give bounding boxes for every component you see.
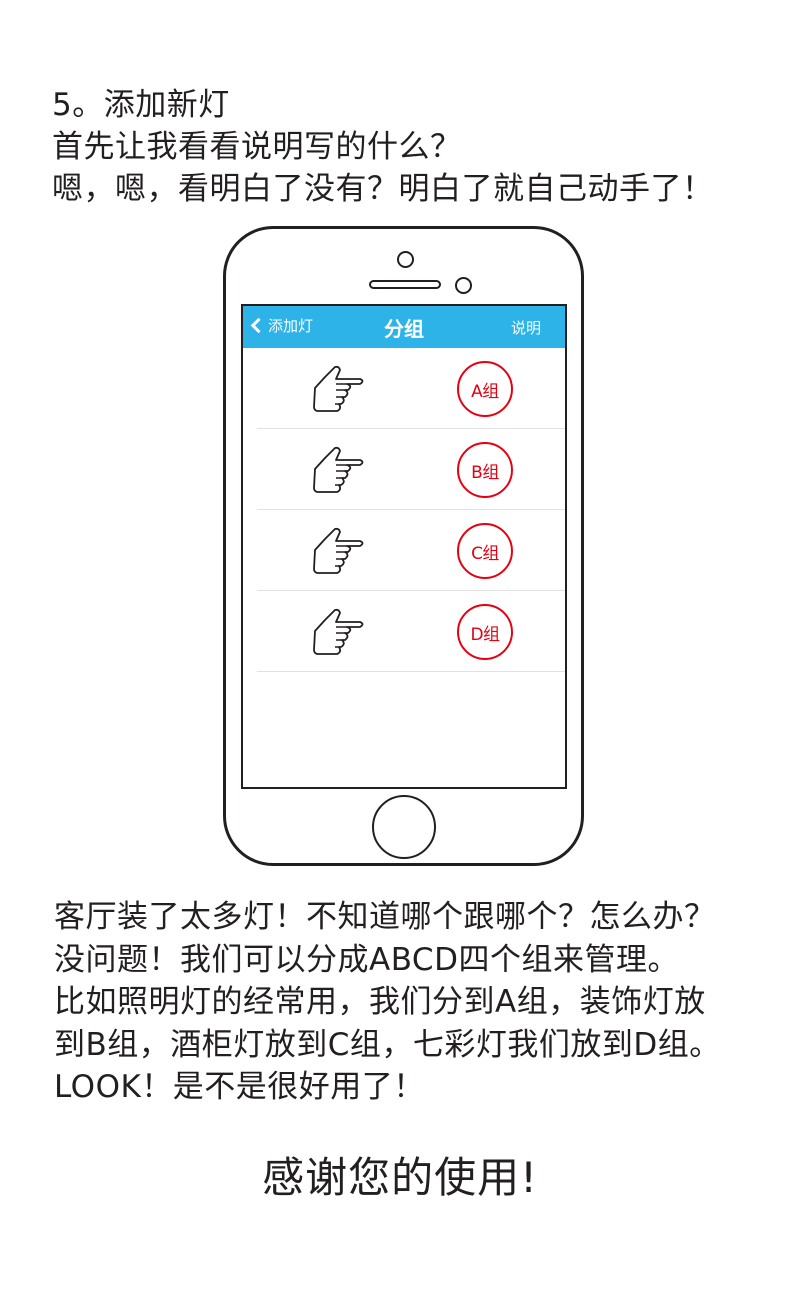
intro-line-3: 嗯，嗯，看明白了没有？明白了就自己动手了！ — [52, 171, 714, 207]
intro-line-2: 首先让我看看说明写的什么？ — [52, 129, 462, 165]
phone-illustration: 添加灯 分组 说明 A组 B组 C组 D组 — [223, 226, 584, 866]
group-badge[interactable]: B组 — [457, 442, 513, 498]
pointing-hand-icon — [313, 608, 364, 655]
intro-line-1: 5。添加新灯 — [52, 87, 230, 123]
intro-text: 5。添加新灯 首先让我看看说明写的什么？ 嗯，嗯，看明白了没有？明白了就自己动手… — [52, 84, 782, 210]
front-sensor-icon — [397, 251, 414, 268]
front-camera-icon — [455, 277, 472, 294]
group-list: A组 B组 C组 D组 — [243, 348, 565, 672]
help-button[interactable]: 说明 — [511, 317, 541, 338]
outro-line-5: LOOK！是不是很好用了！ — [54, 1069, 425, 1105]
phone-screen: 添加灯 分组 说明 A组 B组 C组 D组 — [241, 304, 567, 789]
thank-you-heading: 感谢您的使用! — [262, 1153, 538, 1202]
group-row-d[interactable]: D组 — [257, 591, 565, 672]
outro-line-4: 到B组，酒柜灯放到C组，七彩灯我们放到D组。 — [54, 1026, 721, 1063]
outro-text: 客厅装了太多灯！不知道哪个跟哪个？怎么办？ 没问题！我们可以分成ABCD四个组来… — [54, 896, 774, 1109]
group-row-a[interactable]: A组 — [257, 348, 565, 429]
group-badge[interactable]: C组 — [457, 523, 513, 579]
pointing-hand-icon — [313, 527, 364, 574]
outro-line-2: 没问题！我们可以分成ABCD四个组来管理。 — [54, 941, 679, 978]
speaker-grille-icon — [369, 280, 441, 289]
app-nav-bar: 添加灯 分组 说明 — [243, 306, 565, 348]
group-badge[interactable]: A组 — [457, 361, 513, 417]
group-row-b[interactable]: B组 — [257, 429, 565, 510]
outro-line-3: 比如照明灯的经常用，我们分到A组，装饰灯放 — [54, 984, 706, 1020]
pointing-hand-icon — [313, 446, 364, 493]
home-button[interactable] — [372, 795, 436, 859]
group-badge[interactable]: D组 — [457, 604, 513, 660]
group-row-c[interactable]: C组 — [257, 510, 565, 591]
outro-line-1: 客厅装了太多灯！不知道哪个跟哪个？怎么办？ — [54, 899, 716, 935]
pointing-hand-icon — [313, 365, 364, 412]
